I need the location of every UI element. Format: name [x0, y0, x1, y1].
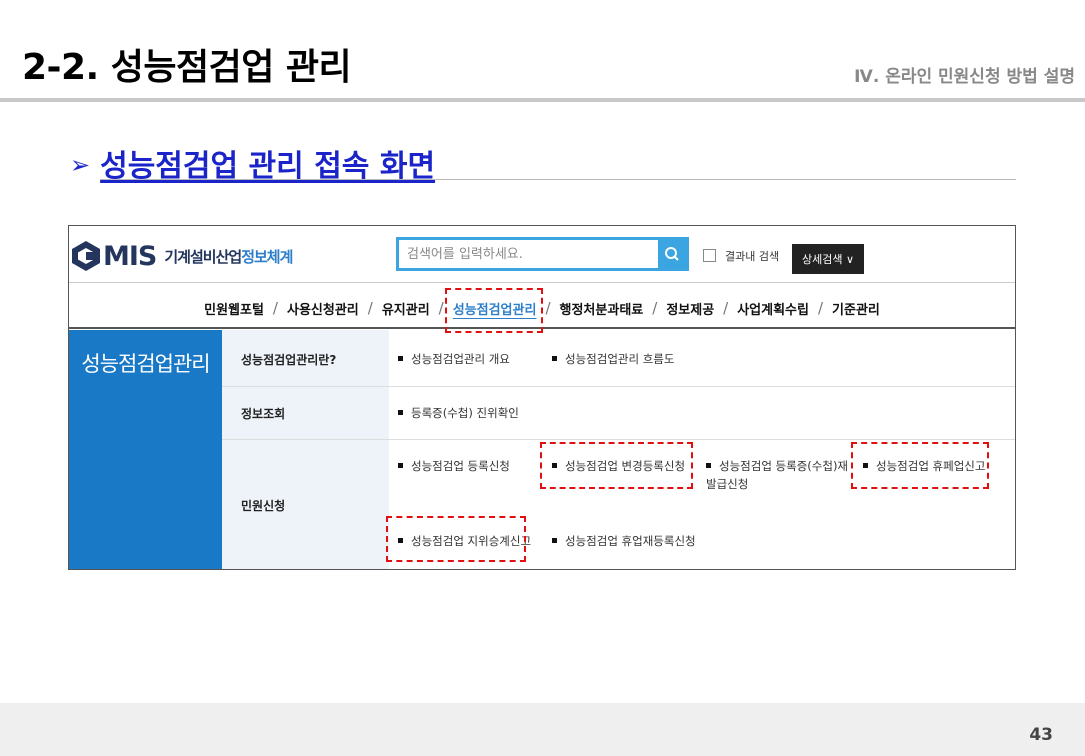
highlight-box-change [540, 442, 693, 489]
page-title: 2-2. 성능점검업 관리 [22, 47, 352, 88]
logo-name: 기계설비산업정보체계 [164, 246, 293, 267]
arrow-bullet-icon: ➢ [70, 151, 91, 179]
in-result-label: 결과내 검색 [725, 250, 780, 263]
nav-separator: / [545, 299, 551, 317]
menu-link-flowchart[interactable]: 성능점검업관리 흐름도 [552, 350, 674, 368]
highlight-box-suspend [851, 442, 989, 489]
nav-separator: / [817, 299, 824, 317]
side-title: 성능점검업관리 [81, 352, 210, 376]
menu-link-register[interactable]: 성능점검업 등록신청 [398, 457, 510, 475]
nav-item-maintenance[interactable]: 유지관리 [382, 299, 430, 318]
nav-item-penalty[interactable]: 행정처분과태료 [560, 299, 644, 318]
nav-item-info[interactable]: 정보제공 [666, 299, 714, 318]
row-header: 민원신청 [222, 440, 389, 569]
header-divider [0, 98, 1085, 102]
nav-item-usage[interactable]: 사용신청관리 [287, 299, 359, 318]
side-panel: 성능점검업관리 [69, 330, 222, 569]
site-logo[interactable]: MIS 기계설비산업정보체계 [69, 238, 293, 274]
highlight-box-succession [386, 516, 526, 562]
row-label: 정보조회 [241, 407, 286, 421]
logo-name-main: 기계설비산업 [164, 247, 242, 266]
nav-item-portal[interactable]: 민원웹포털 [204, 299, 264, 318]
mis-logo-icon [72, 241, 100, 271]
menu-link-reopen[interactable]: 성능점검업 휴업재등록신청 [552, 532, 696, 550]
menu-link-verify[interactable]: 등록증(수첩) 진위확인 [398, 404, 519, 422]
search-icon [665, 247, 679, 261]
menu-link-overview[interactable]: 성능점검업관리 개요 [398, 350, 510, 368]
detail-search-button[interactable]: 상세검색 ∨ [792, 244, 864, 274]
nav-separator: / [367, 299, 373, 317]
nav-separator: / [652, 299, 658, 317]
search-input[interactable] [399, 240, 670, 268]
search-button[interactable] [658, 240, 686, 268]
row-label: 성능점검업관리란? [241, 353, 337, 367]
nav-separator: / [723, 299, 729, 317]
page-number: 43 [1029, 725, 1053, 745]
logo-name-accent: 정보체계 [241, 247, 293, 266]
logo-text: MIS [103, 240, 157, 272]
row-header: 성능점검업관리란? [222, 330, 389, 386]
nav-item-plan[interactable]: 사업계획수립 [737, 299, 809, 318]
row-label: 민원신청 [241, 499, 286, 513]
in-result-checkbox[interactable] [703, 249, 716, 262]
screenshot-frame: MIS 기계설비산업정보체계 결과내 검색 상세검색 ∨ 민원웹포털 / 사용신… [68, 225, 1016, 570]
row-header: 정보조회 [222, 387, 389, 439]
nav-separator: / [438, 299, 444, 317]
footer-bar [0, 703, 1085, 756]
menu-row-about: 성능점검업관리란? 성능점검업관리 개요 성능점검업관리 흐름도 [222, 330, 1015, 387]
section-divider [100, 179, 1016, 180]
chapter-label: Ⅳ. 온라인 민원신청 방법 설명 [854, 67, 1075, 87]
search-box [396, 237, 689, 271]
nav-top-border [69, 282, 1015, 283]
nav-item-standard[interactable]: 기준관리 [832, 299, 880, 318]
menu-row-lookup: 정보조회 등록증(수첩) 진위확인 [222, 387, 1015, 440]
highlight-box-nav [445, 288, 543, 333]
menu-link-reissue[interactable]: 성능점검업 등록증(수첩)재발급신청 [706, 457, 856, 493]
nav-separator: / [272, 299, 278, 317]
